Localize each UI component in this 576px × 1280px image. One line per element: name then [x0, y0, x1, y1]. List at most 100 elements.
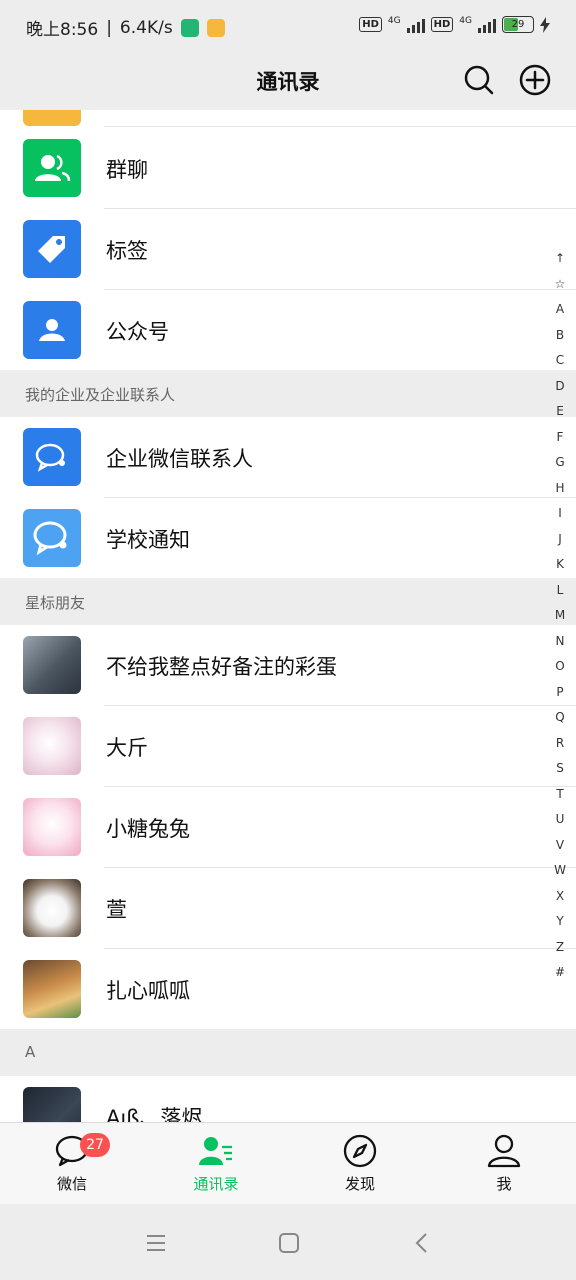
contact-name: Aıß、落烬	[106, 1106, 203, 1122]
section-header-starred: 星标朋友	[0, 578, 576, 625]
section-header-a: A	[0, 1029, 576, 1076]
official-accounts-row[interactable]: 公众号	[0, 290, 576, 370]
security-icon	[180, 18, 199, 37]
contact-row[interactable]: 萱	[0, 868, 576, 949]
school-notice-icon	[23, 509, 81, 567]
contact-list[interactable]: 群聊 标签 公众号 我的企业及企业联系人 企业微信联系人 学校通知 星标朋友 不…	[0, 110, 576, 1122]
index-letter[interactable]: P	[556, 680, 563, 706]
wecom-contacts-row[interactable]: 企业微信联系人	[0, 417, 576, 498]
network-type-2: 4G	[459, 16, 472, 26]
index-letter[interactable]: T	[556, 782, 563, 808]
tab-contacts[interactable]: 通讯录	[166, 1123, 266, 1205]
menu-icon[interactable]	[141, 1228, 171, 1258]
index-letter[interactable]: X	[556, 884, 564, 910]
row-label: 群聊	[106, 158, 148, 182]
system-nav-bar	[0, 1204, 576, 1280]
index-letter[interactable]: J	[558, 527, 562, 553]
notification-app-icon	[206, 18, 225, 37]
avatar	[23, 798, 81, 856]
contact-name: 不给我整点好备注的彩蛋	[106, 655, 337, 679]
contact-row[interactable]: 大斤	[0, 706, 576, 787]
index-letter[interactable]: E	[556, 399, 564, 425]
avatar	[23, 879, 81, 937]
unread-badge: 27	[80, 1133, 110, 1157]
index-letter[interactable]: C	[556, 348, 564, 374]
index-letter[interactable]: G	[555, 450, 564, 476]
tab-chats[interactable]: 27 微信	[22, 1123, 122, 1205]
row-label: 企业微信联系人	[106, 447, 253, 471]
index-letter[interactable]: D	[555, 374, 564, 400]
contact-row[interactable]: 小糖兔兔	[0, 787, 576, 868]
search-icon[interactable]	[461, 62, 497, 98]
index-letter[interactable]: I	[558, 501, 562, 527]
index-letter[interactable]: A	[556, 297, 564, 323]
index-letter[interactable]: W	[554, 858, 566, 884]
index-letter[interactable]: N	[556, 629, 565, 655]
bottom-tab-bar: 27 微信 通讯录 发现 我	[0, 1122, 576, 1205]
status-bar: 晚上8:56 | 6.4K/s HD 4G HD 4G 29	[0, 0, 576, 52]
official-account-icon	[23, 301, 81, 359]
index-letter[interactable]: ☆	[555, 272, 566, 298]
index-letter[interactable]: F	[557, 425, 564, 451]
avatar	[23, 960, 81, 1018]
hd-badge-1: HD	[359, 17, 382, 32]
index-letter[interactable]: #	[555, 960, 565, 986]
plus-circle-icon[interactable]	[517, 62, 553, 98]
row-label: 学校通知	[106, 528, 190, 552]
avatar	[23, 717, 81, 775]
contact-row[interactable]: 扎心呱呱	[0, 949, 576, 1029]
avatar	[23, 636, 81, 694]
person-icon	[487, 1134, 521, 1168]
tab-discover[interactable]: 发现	[310, 1123, 410, 1205]
section-header-enterprise: 我的企业及企业联系人	[0, 370, 576, 417]
index-letter[interactable]: U	[556, 807, 565, 833]
index-letter[interactable]: O	[555, 654, 564, 680]
school-notice-row[interactable]: 学校通知	[0, 498, 576, 578]
avatar	[23, 1087, 81, 1122]
contacts-icon	[199, 1137, 232, 1165]
index-letter[interactable]: M	[555, 603, 565, 629]
hd-badge-2: HD	[430, 17, 454, 32]
top-header: 通讯录	[0, 52, 576, 110]
row-label: 公众号	[106, 320, 169, 344]
network-speed: 6.4K/s	[119, 17, 173, 38]
compass-icon	[343, 1134, 377, 1168]
index-letter[interactable]: L	[557, 578, 564, 604]
tags-row[interactable]: 标签	[0, 209, 576, 290]
index-letter[interactable]: Q	[555, 705, 564, 731]
index-letter[interactable]: ↑	[555, 246, 565, 272]
contact-name: 萱	[106, 898, 127, 922]
list-item-partial[interactable]	[0, 110, 576, 127]
back-icon[interactable]	[407, 1228, 437, 1258]
tag-icon	[23, 220, 81, 278]
tab-label: 我	[496, 1175, 512, 1193]
tab-label: 微信	[56, 1175, 87, 1193]
contact-name: 扎心呱呱	[106, 979, 190, 1003]
group-chats-row[interactable]: 群聊	[0, 128, 576, 209]
index-letter[interactable]: R	[556, 731, 564, 757]
charging-icon	[540, 16, 550, 33]
index-letter[interactable]: Y	[556, 909, 563, 935]
contact-row[interactable]: Aıß、落烬	[0, 1076, 576, 1122]
signal-icon-1	[406, 17, 425, 33]
battery-icon: 29	[502, 16, 534, 33]
contact-name: 小糖兔兔	[106, 817, 190, 841]
contact-row[interactable]: 不给我整点好备注的彩蛋	[0, 625, 576, 706]
index-letter[interactable]: V	[556, 833, 564, 859]
tab-label: 发现	[344, 1175, 375, 1193]
network-type-1: 4G	[387, 16, 401, 26]
contact-name: 大斤	[106, 736, 148, 760]
tab-me[interactable]: 我	[454, 1123, 554, 1205]
group-icon	[23, 139, 81, 197]
index-letter[interactable]: K	[556, 552, 564, 578]
index-letter[interactable]: Z	[556, 935, 564, 961]
signal-icon-2	[478, 17, 496, 33]
index-letter[interactable]: H	[555, 476, 564, 502]
alphabet-index[interactable]: ↑ ☆ A B C D E F G H I J K L M N O P Q R S T U V W X Y Z #	[552, 246, 568, 986]
home-icon[interactable]	[274, 1228, 304, 1258]
row-label: 标签	[106, 239, 148, 263]
wecom-icon	[23, 428, 81, 486]
new-friends-icon	[23, 110, 81, 126]
index-letter[interactable]: B	[556, 323, 564, 349]
index-letter[interactable]: S	[556, 756, 564, 782]
